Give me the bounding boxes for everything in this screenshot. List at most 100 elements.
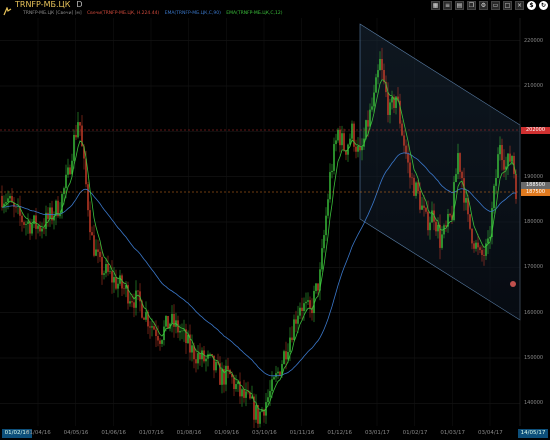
candle-body[interactable] — [97, 249, 99, 252]
candle-body[interactable] — [143, 317, 145, 320]
candle-body[interactable] — [89, 210, 91, 233]
candle-body[interactable] — [351, 123, 353, 139]
candle-body[interactable] — [361, 146, 363, 151]
candle-body[interactable] — [377, 70, 379, 78]
candle-body[interactable] — [255, 405, 257, 420]
candle-body[interactable] — [243, 389, 245, 398]
candle-body[interactable] — [499, 145, 501, 155]
candle-body[interactable] — [73, 134, 75, 161]
candle-body[interactable] — [101, 257, 103, 275]
refresh-icon[interactable]: ↻ — [539, 1, 548, 10]
candle-body[interactable] — [387, 92, 389, 115]
candle-body[interactable] — [285, 351, 287, 360]
timeframe-label[interactable]: D — [76, 0, 82, 9]
candle-body[interactable] — [441, 234, 443, 248]
candle-body[interactable] — [69, 167, 71, 175]
candle-body[interactable] — [449, 214, 451, 216]
candle-body[interactable] — [337, 129, 339, 141]
candle-body[interactable] — [333, 144, 335, 171]
candle-body[interactable] — [21, 215, 23, 223]
candle-body[interactable] — [49, 207, 51, 219]
candle-body[interactable] — [301, 307, 303, 312]
candle-body[interactable] — [305, 301, 307, 304]
candle-body[interactable] — [287, 352, 289, 360]
candle-body[interactable] — [33, 215, 35, 224]
candle-body[interactable] — [271, 379, 273, 392]
layout-icon[interactable]: ▤ — [455, 1, 464, 10]
candle-body[interactable] — [293, 319, 295, 341]
candle-body[interactable] — [429, 222, 431, 231]
candle-body[interactable] — [427, 211, 429, 231]
candle-body[interactable] — [65, 174, 67, 189]
candle-body[interactable] — [205, 358, 207, 362]
candle-body[interactable] — [501, 145, 503, 161]
candle-body[interactable] — [389, 102, 391, 115]
candle-body[interactable] — [267, 397, 269, 403]
candle-body[interactable] — [123, 288, 125, 290]
candle-body[interactable] — [99, 251, 101, 258]
candle-body[interactable] — [507, 153, 509, 167]
candle-body[interactable] — [477, 242, 479, 248]
candle-body[interactable] — [471, 228, 473, 244]
candle-body[interactable] — [357, 145, 359, 152]
candle-body[interactable] — [25, 223, 27, 225]
candle-body[interactable] — [111, 271, 113, 283]
candle-body[interactable] — [235, 384, 237, 390]
candle-body[interactable] — [327, 199, 329, 216]
candle-body[interactable] — [113, 277, 115, 283]
candle-body[interactable] — [381, 58, 383, 70]
candle-body[interactable] — [325, 215, 327, 236]
candle-body[interactable] — [315, 283, 317, 291]
candle-body[interactable] — [9, 196, 11, 199]
candle-body[interactable] — [459, 153, 461, 172]
candle-body[interactable] — [31, 223, 33, 234]
candle-body[interactable] — [343, 133, 345, 151]
candle-body[interactable] — [47, 212, 49, 219]
candle-body[interactable] — [173, 313, 175, 327]
candle-body[interactable] — [481, 250, 483, 255]
candle-body[interactable] — [341, 133, 343, 146]
candle-body[interactable] — [79, 122, 81, 126]
candle-body[interactable] — [465, 198, 467, 203]
candle-body[interactable] — [339, 129, 341, 146]
candle-body[interactable] — [91, 232, 93, 236]
candle-body[interactable] — [273, 377, 275, 380]
candle-body[interactable] — [43, 228, 45, 230]
candle-body[interactable] — [289, 337, 291, 353]
candle-body[interactable] — [461, 171, 463, 179]
candle-body[interactable] — [187, 334, 189, 344]
candle-body[interactable] — [487, 238, 489, 244]
maximize-icon[interactable]: □ — [503, 1, 512, 10]
candle-body[interactable] — [415, 182, 417, 196]
candle-body[interactable] — [403, 135, 405, 146]
candle-body[interactable] — [401, 123, 403, 136]
candle-body[interactable] — [279, 371, 281, 376]
settings-icon[interactable]: ⚙ — [479, 1, 488, 10]
candle-body[interactable] — [275, 373, 277, 378]
candle-body[interactable] — [207, 354, 209, 359]
candle-body[interactable] — [93, 235, 95, 256]
candle-body[interactable] — [179, 330, 181, 333]
candle-body[interactable] — [407, 153, 409, 163]
candle-body[interactable] — [103, 273, 105, 275]
grid-icon[interactable]: ▦ — [431, 1, 440, 10]
candle-body[interactable] — [159, 340, 161, 344]
price-chart[interactable] — [0, 0, 550, 440]
candle-body[interactable] — [215, 361, 217, 371]
candle-body[interactable] — [297, 315, 299, 324]
candle-body[interactable] — [227, 365, 229, 370]
legend-ema-90[interactable]: EMA(TRNFP-МБ.ЦК,C,90) — [165, 11, 221, 16]
candle-body[interactable] — [417, 182, 419, 192]
candle-body[interactable] — [131, 301, 133, 303]
candle-body[interactable] — [479, 247, 481, 251]
candle-body[interactable] — [41, 228, 43, 232]
candle-body[interactable] — [373, 92, 375, 107]
candle-body[interactable] — [365, 120, 367, 139]
candle-body[interactable] — [437, 224, 439, 232]
candle-body[interactable] — [153, 326, 155, 330]
candle-body[interactable] — [469, 214, 471, 229]
candle-body[interactable] — [161, 340, 163, 344]
candle-body[interactable] — [115, 277, 117, 289]
candle-body[interactable] — [157, 336, 159, 341]
candle-body[interactable] — [181, 330, 183, 332]
